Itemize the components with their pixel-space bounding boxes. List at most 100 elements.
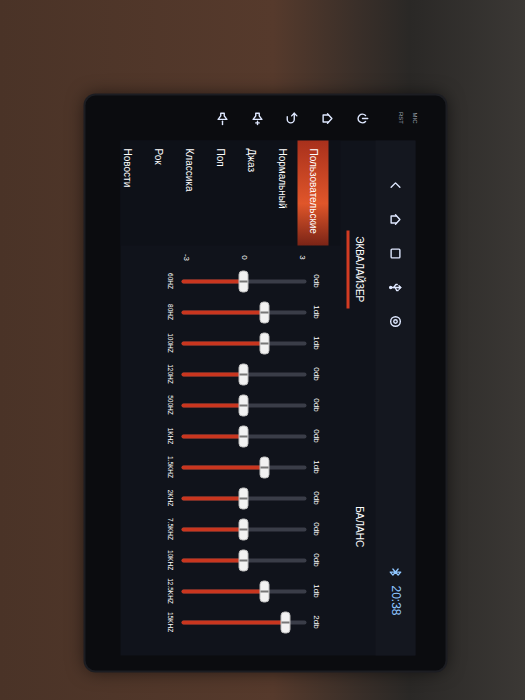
home-icon[interactable] bbox=[320, 111, 334, 125]
slider-knob[interactable] bbox=[259, 580, 269, 602]
band-slider[interactable] bbox=[181, 300, 306, 324]
db-scale: 30-3 bbox=[181, 249, 306, 265]
slider-knob[interactable] bbox=[259, 456, 269, 478]
slider-track[interactable] bbox=[181, 465, 306, 469]
home-icon[interactable] bbox=[388, 212, 402, 226]
content: Пользовательские Нормальный Джаз Поп Классик… bbox=[120, 140, 340, 655]
slider-knob[interactable] bbox=[259, 301, 269, 323]
preset-label[interactable]: Новости bbox=[121, 148, 132, 187]
screen: 20:38 ЭКВАЛАЙЗЕР БАЛАНС Пользовательские Нор… bbox=[120, 140, 415, 655]
band-slider[interactable] bbox=[181, 362, 306, 386]
tab[interactable]: ЭКВАЛАЙЗЕР bbox=[340, 140, 375, 398]
slider-fill bbox=[181, 496, 244, 500]
slider-knob[interactable] bbox=[239, 425, 249, 447]
tab[interactable]: БАЛАНС bbox=[340, 398, 375, 656]
usb-icon bbox=[388, 280, 402, 294]
band-frequency: 2KHZ bbox=[166, 489, 173, 506]
preset-label[interactable]: Поп bbox=[214, 148, 225, 166]
slider-knob[interactable] bbox=[280, 611, 290, 633]
knob-groove bbox=[260, 342, 268, 344]
preset-label[interactable]: Джаз bbox=[245, 148, 256, 172]
slider-track[interactable] bbox=[181, 310, 306, 314]
settings-icon[interactable] bbox=[388, 314, 402, 328]
slider-track[interactable] bbox=[181, 341, 306, 345]
slider-fill bbox=[181, 310, 264, 314]
power-icon[interactable] bbox=[355, 111, 369, 125]
band-frequency: 1.5KHZ bbox=[166, 455, 173, 477]
band-reading: 1db bbox=[306, 305, 320, 318]
chevron-back-icon[interactable] bbox=[388, 178, 402, 192]
eq-band: 0db60HZ bbox=[120, 265, 320, 296]
band-slider[interactable] bbox=[181, 455, 306, 479]
slider-knob[interactable] bbox=[239, 518, 249, 540]
photo-backdrop: {"bezel": {"labels": ["MIC", "RST"]}, "s… bbox=[0, 0, 525, 700]
preset-item[interactable]: Новости bbox=[111, 140, 142, 245]
volume-down-icon[interactable] bbox=[215, 111, 229, 125]
band-slider[interactable] bbox=[181, 393, 306, 417]
knob-groove bbox=[240, 280, 248, 282]
preset-list: Пользовательские Нормальный Джаз Поп Классик… bbox=[120, 140, 340, 245]
preset-label[interactable]: Рок bbox=[152, 148, 163, 164]
slider-knob[interactable] bbox=[259, 332, 269, 354]
band-reading: 0db bbox=[306, 491, 320, 504]
screen-frame: 20:38 ЭКВАЛАЙЗЕР БАЛАНС Пользовательские Нор… bbox=[85, 140, 445, 670]
band-slider[interactable] bbox=[181, 548, 306, 572]
bezel-label: RST bbox=[393, 112, 407, 124]
volume-up-icon[interactable] bbox=[250, 111, 264, 125]
eq-band: 0db1KHZ bbox=[120, 420, 320, 451]
scale-label: 0 bbox=[239, 255, 248, 259]
slider-knob[interactable] bbox=[239, 549, 249, 571]
tab-label[interactable]: ЭКВАЛАЙЗЕР bbox=[347, 230, 369, 308]
slider-knob[interactable] bbox=[239, 394, 249, 416]
slider-knob[interactable] bbox=[239, 270, 249, 292]
band-slider[interactable] bbox=[181, 579, 306, 603]
band-slider[interactable] bbox=[181, 610, 306, 634]
band-frequency: 120HZ bbox=[166, 364, 173, 384]
band-frequency: 500HZ bbox=[166, 395, 173, 415]
knob-groove bbox=[240, 435, 248, 437]
status-right: 20:38 bbox=[388, 565, 402, 615]
slider-fill bbox=[181, 372, 244, 376]
preset-label[interactable]: Пользовательские bbox=[307, 148, 318, 233]
band-slider[interactable] bbox=[181, 424, 306, 448]
bluetooth-icon bbox=[388, 565, 402, 579]
knob-groove bbox=[260, 466, 268, 468]
equalizer: 30-30db60HZ 1db 80HZ 1db 100HZ 0db 120HZ 0db 500… bbox=[120, 245, 340, 655]
preset-item[interactable]: Пользовательские bbox=[297, 140, 328, 245]
eq-band: 1db 80HZ bbox=[120, 296, 320, 327]
band-slider[interactable] bbox=[181, 331, 306, 355]
eq-band: 2db15KHZ bbox=[120, 606, 320, 637]
band-frequency: 1KHZ bbox=[166, 427, 173, 444]
eq-band: 0db7.5KHZ bbox=[120, 513, 320, 544]
preset-label[interactable]: Классика bbox=[183, 148, 194, 191]
slider-fill bbox=[181, 558, 244, 562]
band-frequency: 100HZ bbox=[166, 333, 173, 353]
slider-fill bbox=[181, 465, 264, 469]
back-icon[interactable] bbox=[285, 111, 299, 125]
preset-item[interactable]: Рок bbox=[142, 140, 173, 245]
slider-fill bbox=[181, 527, 244, 531]
preset-item[interactable]: Классика bbox=[173, 140, 204, 245]
band-reading: 1db bbox=[306, 584, 320, 597]
slider-fill bbox=[181, 434, 244, 438]
preset-item[interactable]: Нормальный bbox=[266, 140, 297, 245]
preset-item[interactable]: Поп bbox=[204, 140, 235, 245]
band-reading: 0db bbox=[306, 367, 320, 380]
slider-knob[interactable] bbox=[239, 363, 249, 385]
preset-label[interactable]: Нормальный bbox=[276, 148, 287, 208]
band-reading: 0db bbox=[306, 553, 320, 566]
slider-track[interactable] bbox=[181, 589, 306, 593]
band-slider[interactable] bbox=[181, 486, 306, 510]
slider-fill bbox=[181, 341, 264, 345]
band-slider[interactable] bbox=[181, 269, 306, 293]
tab-label[interactable]: БАЛАНС bbox=[347, 500, 369, 553]
band-reading: 0db bbox=[306, 522, 320, 535]
band-frequency: 10KHZ bbox=[166, 549, 173, 569]
recent-apps-icon[interactable] bbox=[388, 246, 402, 260]
band-frequency: 80HZ bbox=[166, 304, 173, 320]
slider-fill bbox=[181, 620, 285, 624]
preset-item[interactable]: Джаз bbox=[235, 140, 266, 245]
band-slider[interactable] bbox=[181, 517, 306, 541]
slider-knob[interactable] bbox=[239, 487, 249, 509]
status-bar: 20:38 bbox=[375, 140, 415, 655]
